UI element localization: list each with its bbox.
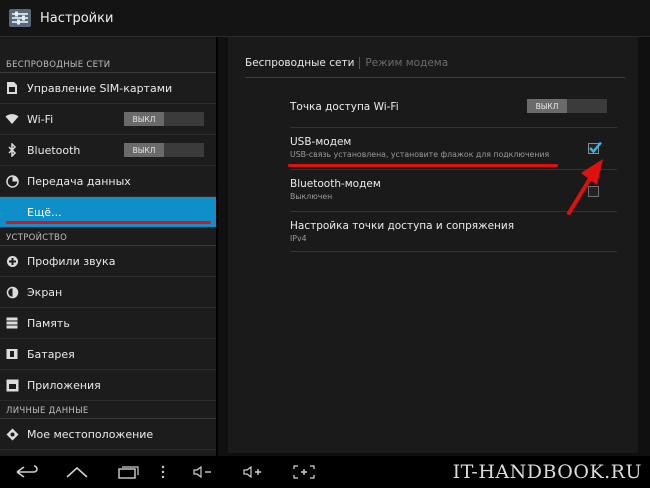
highlight-underline-usb	[288, 164, 558, 167]
display-icon	[5, 285, 19, 299]
app-title: Настройки	[40, 10, 114, 26]
breadcrumb-tethering: Режим модема	[365, 57, 449, 69]
apps-icon	[5, 378, 19, 392]
breadcrumb: Беспроводные сети Режим модема	[245, 57, 448, 69]
sidebar-item-battery[interactable]: Батарея	[0, 339, 216, 370]
volume-up-icon[interactable]	[240, 462, 266, 482]
breadcrumb-wireless[interactable]: Беспроводные сети	[245, 57, 354, 69]
sidebar-item-data-usage[interactable]: Передача данных	[0, 166, 216, 197]
sidebar-item-bluetooth[interactable]: Bluetooth ВЫКЛ	[0, 135, 216, 166]
sim-icon	[5, 81, 19, 95]
sidebar-item-location[interactable]: Мое местоположение	[0, 419, 216, 450]
sidebar-item-apps[interactable]: Приложения	[0, 370, 216, 401]
wifi-icon	[5, 112, 19, 126]
sidebar-item-sound[interactable]: Профили звука	[0, 246, 216, 277]
detail-card: Беспроводные сети Режим модема Точка дос…	[228, 37, 638, 453]
highlight-underline	[6, 221, 211, 224]
section-header-device: УСТРОЙСТВО	[0, 228, 216, 246]
data-usage-icon	[5, 174, 19, 188]
location-icon	[5, 427, 19, 441]
section-header-wireless: БЕСПРОВОДНЫЕ СЕТИ	[0, 37, 216, 73]
battery-icon	[5, 347, 19, 361]
home-icon[interactable]	[64, 462, 90, 482]
sidebar-item-more[interactable]: Ещё...	[0, 197, 216, 228]
pref-wifi-hotspot[interactable]: Точка доступа Wi-Fi ВЫКЛ	[290, 90, 617, 128]
action-bar: Настройки	[0, 0, 650, 37]
screenshot-icon[interactable]	[290, 462, 318, 482]
wifi-hotspot-toggle[interactable]: ВЫКЛ	[527, 99, 607, 113]
red-arrow-annotation	[567, 159, 603, 215]
sidebar-item-wifi[interactable]: Wi-Fi ВЫКЛ	[0, 104, 216, 135]
bluetooth-icon	[5, 143, 19, 157]
back-icon[interactable]	[14, 462, 40, 482]
bluetooth-toggle[interactable]: ВЫКЛ	[124, 143, 204, 157]
volume-down-icon[interactable]	[190, 462, 216, 482]
breadcrumb-separator	[359, 57, 361, 69]
check-icon	[589, 141, 602, 154]
detail-pane: Беспроводные сети Режим модема Точка дос…	[218, 37, 650, 456]
watermark: IT-HANDBOOK.RU	[452, 461, 642, 483]
pref-hotspot-setup[interactable]: Настройка точки доступа и сопряжения IPv…	[290, 212, 617, 252]
sidebar-item-sim[interactable]: Управление SIM-картами	[0, 73, 216, 104]
wifi-toggle[interactable]: ВЫКЛ	[124, 112, 204, 126]
settings-app-icon[interactable]	[6, 4, 34, 32]
breadcrumb-divider	[245, 77, 625, 78]
storage-icon	[5, 316, 19, 330]
menu-icon[interactable]	[156, 462, 170, 482]
system-nav-bar: IT-HANDBOOK.RU	[0, 456, 650, 488]
usb-tethering-checkbox[interactable]	[588, 141, 602, 154]
settings-sidebar: БЕСПРОВОДНЫЕ СЕТИ Управление SIM-картами…	[0, 37, 216, 456]
sidebar-item-display[interactable]: Экран	[0, 277, 216, 308]
sound-icon	[5, 254, 19, 268]
sidebar-item-storage[interactable]: Память	[0, 308, 216, 339]
recent-apps-icon[interactable]	[116, 462, 142, 482]
section-header-personal: ЛИЧНЫЕ ДАННЫЕ	[0, 401, 216, 419]
